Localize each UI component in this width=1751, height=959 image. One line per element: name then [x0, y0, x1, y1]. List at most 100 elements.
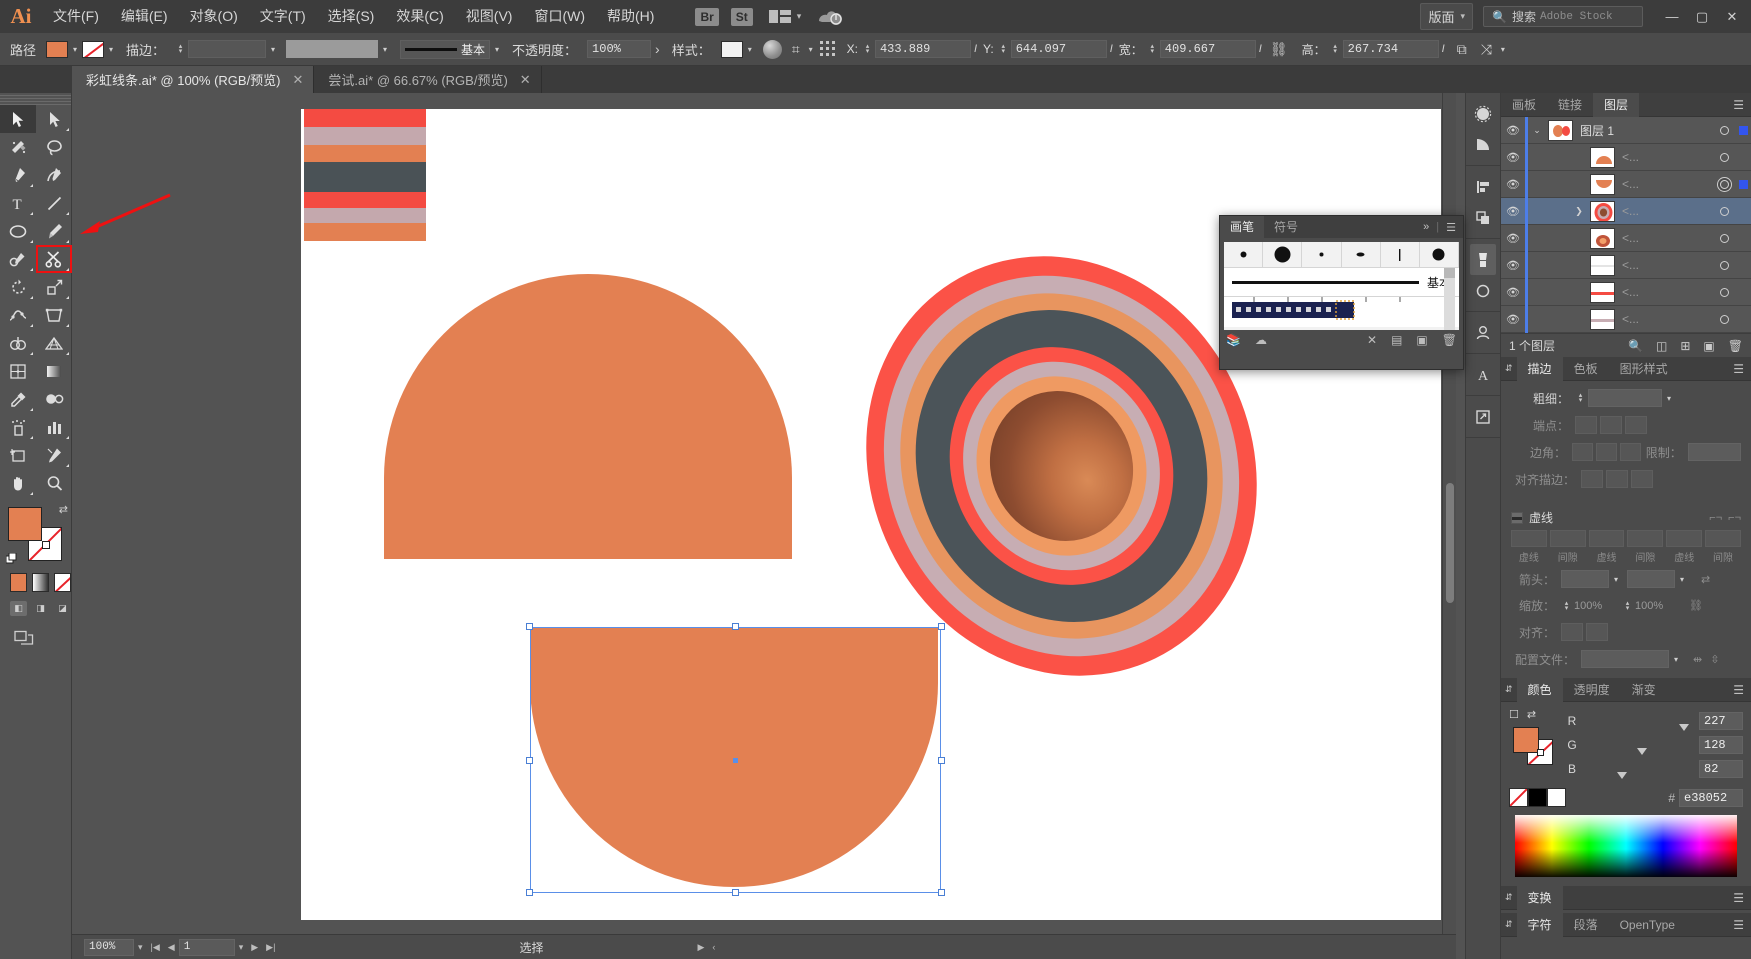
gap-field-1[interactable]: 间隙 — [1627, 530, 1663, 564]
arrow-align-tip-icon[interactable] — [1586, 623, 1608, 641]
channel-slider-g[interactable] — [1586, 741, 1694, 750]
layer-name[interactable]: <... — [1615, 231, 1713, 245]
rail-asset-export-icon[interactable] — [1466, 401, 1500, 432]
height-field[interactable]: 267.734 — [1343, 40, 1439, 58]
tab-character[interactable]: 字符 — [1517, 913, 1563, 937]
options-icon[interactable]: ▤ — [1391, 333, 1402, 347]
magic-wand-tool[interactable] — [0, 133, 36, 161]
bridge-button[interactable]: Br — [695, 8, 718, 26]
default-fill-stroke-icon[interactable] — [6, 553, 18, 565]
arrow-scale-stepper-1[interactable]: ▴▾ — [1561, 601, 1572, 611]
layer-target-icon[interactable] — [1713, 126, 1735, 135]
layer-row-3[interactable]: 👁 ❯ <... — [1501, 198, 1751, 225]
brushes-scrollbar[interactable] — [1444, 268, 1455, 330]
hex-value-field[interactable]: e38052 — [1679, 789, 1743, 807]
stroke-chevron-icon[interactable]: ▾ — [104, 41, 118, 58]
layer-expand-icon[interactable]: ⌄ — [1528, 125, 1546, 136]
arrow-start-select[interactable] — [1561, 570, 1609, 588]
dash-field-1[interactable]: 虚线 — [1589, 530, 1625, 564]
selection-bounding-box[interactable] — [530, 627, 941, 893]
type-tool[interactable]: T — [0, 189, 36, 217]
select-similar-icon[interactable]: ⌗ — [792, 41, 800, 58]
brush-row-basic-stroke[interactable]: 基本 — [1224, 268, 1459, 297]
tab-opentype[interactable]: OpenType — [1609, 913, 1686, 937]
layer-target-icon[interactable] — [1713, 207, 1735, 216]
rotate-tool[interactable] — [0, 273, 36, 301]
eyedropper-tool[interactable] — [0, 385, 36, 413]
white-swatch[interactable] — [1547, 788, 1566, 807]
dash-field-0[interactable]: 虚线 — [1511, 530, 1547, 564]
miter-limit-input[interactable] — [1688, 443, 1741, 461]
rail-character-icon[interactable]: A — [1466, 359, 1500, 390]
width-stepper[interactable]: ▴▾ — [1147, 44, 1158, 54]
color-panel-menu-icon[interactable]: ☰ — [1733, 683, 1744, 697]
variable-width-field[interactable] — [286, 40, 378, 58]
tab-links[interactable]: 链接 — [1547, 93, 1593, 117]
arrow-scale-stepper-2[interactable]: ▴▾ — [1622, 601, 1633, 611]
channel-value-r[interactable]: 227 — [1699, 712, 1743, 730]
ellipse-tool[interactable] — [0, 217, 36, 245]
canvas-vertical-scroll-thumb[interactable] — [1446, 483, 1454, 603]
layer-visibility-icon[interactable]: 👁 — [1501, 232, 1525, 245]
transform-chevron-icon[interactable]: ▾ — [1496, 41, 1510, 58]
close-button[interactable]: ✕ — [1717, 4, 1747, 30]
layer-row-root[interactable]: 👁 ⌄ 图层 1 — [1501, 117, 1751, 144]
dash-align-corners-icon[interactable]: ⌐¬ — [1728, 512, 1741, 524]
swap-fill-stroke-icon[interactable]: ⇄ — [1527, 708, 1536, 721]
color-panel-collapse-icon[interactable]: ⇵ — [1501, 684, 1517, 695]
last-artboard-icon[interactable]: ▶| — [262, 942, 279, 953]
layer-name[interactable]: <... — [1615, 177, 1713, 191]
tab-artboards[interactable]: 画板 — [1501, 93, 1547, 117]
rail-transform-icon[interactable] — [1466, 202, 1500, 233]
cap-round-icon[interactable] — [1600, 416, 1622, 434]
layer-row-6[interactable]: 👁 <... — [1501, 279, 1751, 306]
layer-visibility-icon[interactable]: 👁 — [1501, 286, 1525, 299]
delete-brush-icon[interactable]: 🗑 — [1442, 333, 1457, 347]
layer-visibility-icon[interactable]: 👁 — [1501, 259, 1525, 272]
menu-effect[interactable]: 效果(C) — [385, 0, 454, 33]
arrange-chevron-icon[interactable]: ▾ — [797, 11, 802, 22]
stock-button[interactable]: St — [731, 8, 753, 26]
column-graph-tool[interactable] — [36, 413, 72, 441]
select-similar-chevron-icon[interactable]: ▾ — [804, 41, 818, 58]
layer-visibility-icon[interactable]: 👁 — [1501, 205, 1525, 218]
layer-visibility-icon[interactable]: 👁 — [1501, 124, 1525, 137]
slice-tool[interactable] — [36, 441, 72, 469]
dash-preserve-icon[interactable]: ⌐¬ — [1709, 512, 1722, 524]
gradient-tool[interactable] — [36, 357, 72, 385]
layer-disclosure-icon[interactable]: ❯ — [1570, 206, 1588, 217]
color-spectrum-ramp[interactable] — [1515, 815, 1737, 877]
tab-symbols[interactable]: 符号 — [1264, 216, 1308, 238]
menu-type[interactable]: 文字(T) — [249, 0, 317, 33]
toolbar-fill-swatch[interactable] — [8, 507, 42, 541]
selection-handle-bl[interactable] — [526, 889, 533, 896]
selection-tool[interactable] — [0, 105, 36, 133]
opacity-more-icon[interactable]: › — [655, 41, 660, 57]
layer-target-icon[interactable] — [1713, 288, 1735, 297]
new-brush-icon[interactable]: ▣ — [1416, 333, 1427, 347]
cap-projecting-icon[interactable] — [1625, 416, 1647, 434]
toolbar-grip[interactable] — [0, 95, 71, 105]
x-field[interactable]: 433.889 — [875, 40, 971, 58]
layer-row-5[interactable]: 👁 <... — [1501, 252, 1751, 279]
tab-paragraph[interactable]: 段落 — [1563, 913, 1609, 937]
pen-tool[interactable] — [0, 161, 36, 189]
workspace-switcher[interactable]: 版面 ▾ — [1420, 3, 1473, 30]
x-stepper[interactable]: ▴▾ — [862, 44, 873, 54]
arrow-scale-value-2[interactable]: 100% — [1635, 600, 1683, 612]
brush-item-dot-med[interactable] — [1420, 242, 1459, 267]
brush-item-line[interactable] — [1381, 242, 1420, 267]
delete-layer-icon[interactable]: 🗑 — [1728, 339, 1743, 353]
profile-select[interactable] — [1581, 650, 1669, 668]
stroke-weight-input[interactable] — [1588, 389, 1662, 407]
stroke-weight-field[interactable] — [188, 40, 266, 58]
shaper-tool[interactable] — [0, 245, 36, 273]
perspective-grid-tool[interactable] — [36, 329, 72, 357]
black-swatch[interactable] — [1528, 788, 1547, 807]
zoom-chevron-icon[interactable]: ▾ — [134, 942, 147, 953]
brushes-floating-panel[interactable]: 画笔 符号 » | ☰ 基本 — [1219, 215, 1464, 370]
artboard-chevron-icon[interactable]: ▾ — [235, 942, 248, 953]
swap-arrowheads-icon[interactable]: ⇄ — [1701, 573, 1710, 586]
brush-item-dot-tiny[interactable] — [1302, 242, 1341, 267]
menu-help[interactable]: 帮助(H) — [596, 0, 665, 33]
